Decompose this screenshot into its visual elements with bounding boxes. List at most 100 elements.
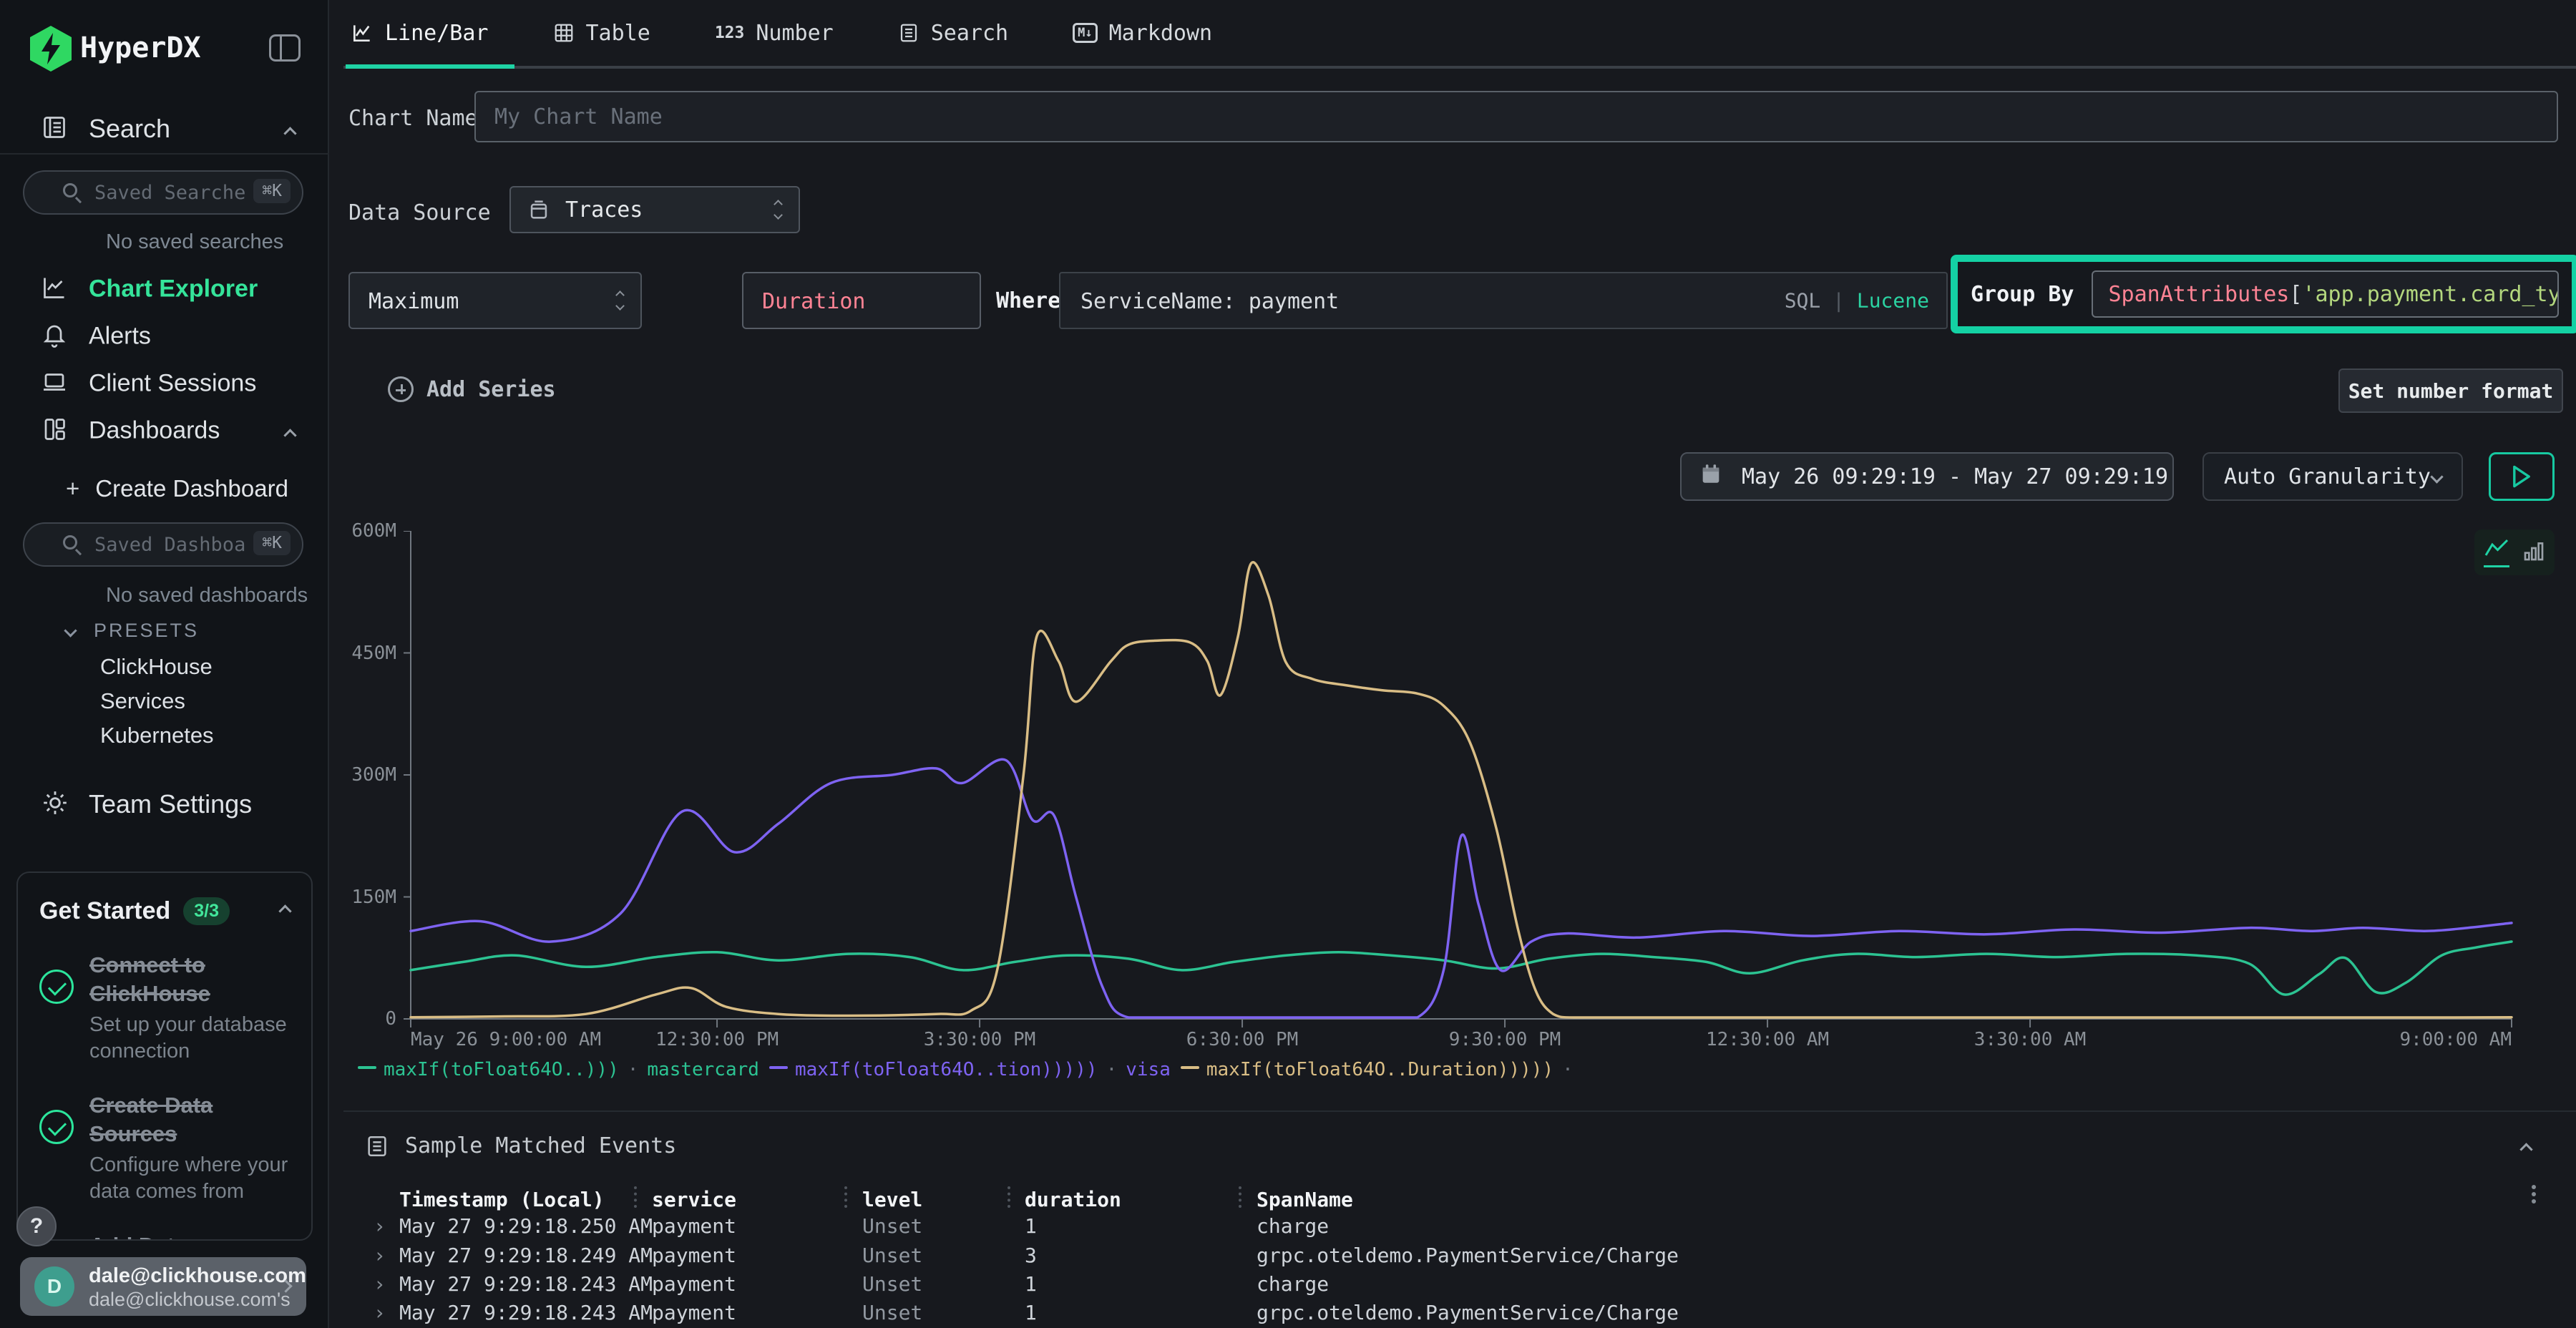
- saved-dashboards-input[interactable]: ⌘K: [23, 522, 303, 567]
- line-chart-icon: [42, 275, 67, 303]
- sidebar-item-client-sessions[interactable]: Client Sessions: [0, 360, 329, 407]
- cell-service[interactable]: payment: [652, 1214, 736, 1238]
- row-expand-icon[interactable]: ›: [374, 1244, 386, 1267]
- collapse-section-icon[interactable]: [2519, 1143, 2532, 1156]
- get-started-item-title: Add Data: [89, 1231, 290, 1241]
- column-header[interactable]: level: [862, 1188, 922, 1211]
- cell-spanname[interactable]: grpc.oteldemo.PaymentService/Charge: [1257, 1244, 1679, 1267]
- preset-services[interactable]: Services: [100, 688, 185, 714]
- tab-markdown[interactable]: M↓ Markdown: [1073, 21, 1212, 46]
- document-icon: [42, 114, 67, 143]
- sidebar-item-team-settings[interactable]: Team Settings: [0, 781, 329, 827]
- lucene-toggle[interactable]: Lucene: [1857, 289, 1929, 313]
- row-expand-icon[interactable]: ›: [374, 1301, 386, 1324]
- cell-duration[interactable]: 1: [1025, 1272, 1037, 1296]
- column-header[interactable]: duration: [1025, 1188, 1121, 1211]
- legend-item[interactable]: maxIf(toFloat64O..Duration)))))·: [1181, 1059, 1582, 1080]
- legend-item[interactable]: maxIf(toFloat64O..tion)))))·visa: [769, 1059, 1171, 1080]
- cell-duration[interactable]: 1: [1025, 1301, 1037, 1324]
- granularity-select[interactable]: Auto Granularity: [2202, 452, 2463, 501]
- number-123-icon: 123: [715, 24, 745, 42]
- sidebar-item-alerts[interactable]: Alerts: [0, 313, 329, 360]
- aggregation-select[interactable]: Maximum: [348, 272, 642, 329]
- column-header[interactable]: SpanName: [1257, 1188, 1353, 1211]
- cell-service[interactable]: payment: [652, 1272, 736, 1296]
- sidebar-item-dashboards[interactable]: Dashboards: [0, 407, 329, 454]
- tab-search[interactable]: Search: [898, 21, 1008, 46]
- date-range-picker[interactable]: May 26 09:29:19 - May 27 09:29:19: [1680, 452, 2174, 501]
- field-inputbox[interactable]: Duration: [742, 272, 981, 329]
- set-number-format-button[interactable]: Set number format: [2338, 368, 2563, 413]
- legend-item[interactable]: maxIf(toFloat64O..)))·mastercard: [358, 1059, 759, 1080]
- tab-table[interactable]: Table: [553, 21, 650, 46]
- group-by-input[interactable]: SpanAttributes['app.payment.card_type']: [2092, 270, 2560, 318]
- table-options-icon[interactable]: [2532, 1185, 2536, 1189]
- sidebar-collapse-icon[interactable]: [269, 34, 301, 62]
- user-menu[interactable]: D dale@clickhouse.com dale@clickhouse.co…: [20, 1257, 306, 1316]
- tab-line-bar[interactable]: Line/Bar: [351, 21, 489, 46]
- chart-svg[interactable]: [404, 531, 2519, 1032]
- field-value: Duration: [762, 289, 866, 314]
- tab-number[interactable]: 123 Number: [715, 21, 834, 46]
- cell-spanname[interactable]: charge: [1257, 1272, 1329, 1296]
- cell-service[interactable]: payment: [652, 1301, 736, 1324]
- cell-duration[interactable]: 3: [1025, 1244, 1037, 1267]
- presets-toggle[interactable]: PRESETS: [66, 620, 199, 642]
- x-axis-label: 12:30:00 AM: [1706, 1029, 1829, 1050]
- cell-timestamp[interactable]: May 27 9:29:18.243 AM: [399, 1272, 653, 1296]
- sidebar-section-search[interactable]: Search: [0, 106, 329, 152]
- sql-toggle[interactable]: SQL: [1785, 289, 1821, 313]
- cell-timestamp[interactable]: May 27 9:29:18.250 AM: [399, 1214, 653, 1238]
- chevron-up-icon[interactable]: [283, 127, 296, 140]
- bar-mode-icon[interactable]: [2522, 540, 2545, 565]
- column-resize-handle[interactable]: [634, 1186, 637, 1208]
- cell-spanname[interactable]: grpc.oteldemo.PaymentService/Charge: [1257, 1301, 1679, 1324]
- get-started-item[interactable]: Add Data Start sending logs, metrics, or…: [39, 1231, 290, 1241]
- cell-level[interactable]: Unset: [862, 1272, 922, 1296]
- saved-searches-field[interactable]: [94, 177, 245, 208]
- sidebar-item-chart-explorer[interactable]: Chart Explorer: [0, 265, 329, 313]
- saved-searches-input[interactable]: ⌘K: [23, 170, 303, 215]
- column-resize-handle[interactable]: [844, 1186, 847, 1208]
- add-series-button[interactable]: Add Series: [388, 376, 556, 402]
- column-resize-handle[interactable]: [1008, 1186, 1010, 1208]
- app-title: HyperDX: [80, 31, 201, 64]
- row-expand-icon[interactable]: ›: [374, 1272, 386, 1296]
- cell-timestamp[interactable]: May 27 9:29:18.243 AM: [399, 1301, 653, 1324]
- legend-series-name: maxIf(toFloat64O..Duration))))): [1206, 1059, 1553, 1080]
- cell-timestamp[interactable]: May 27 9:29:18.249 AM: [399, 1244, 653, 1267]
- where-inputbox[interactable]: ServiceName: payment SQL | Lucene: [1059, 272, 1948, 329]
- cell-service[interactable]: payment: [652, 1244, 736, 1267]
- saved-dashboards-field[interactable]: [94, 529, 245, 560]
- play-icon: [2511, 464, 2532, 489]
- cell-duration[interactable]: 1: [1025, 1214, 1037, 1238]
- cell-spanname[interactable]: charge: [1257, 1214, 1329, 1238]
- cell-level[interactable]: Unset: [862, 1214, 922, 1238]
- column-resize-handle[interactable]: [1239, 1186, 1241, 1208]
- table-icon: [553, 22, 575, 44]
- preset-clickhouse[interactable]: ClickHouse: [100, 654, 213, 680]
- tabbar-underline: [343, 66, 2576, 69]
- database-icon: [527, 197, 551, 225]
- run-query-button[interactable]: [2489, 452, 2555, 501]
- get-started-item-subtitle: Set up your database connection: [89, 1012, 290, 1065]
- list-icon: [898, 22, 919, 44]
- y-axis-label: 0: [385, 1008, 396, 1030]
- chevron-up-icon[interactable]: [278, 904, 291, 917]
- sample-events-header[interactable]: Sample Matched Events: [365, 1133, 676, 1158]
- column-header[interactable]: Timestamp (Local): [399, 1188, 605, 1211]
- cell-level[interactable]: Unset: [862, 1244, 922, 1267]
- column-header[interactable]: service: [652, 1188, 736, 1211]
- get-started-item[interactable]: Create Data Sources Configure where your…: [39, 1091, 290, 1206]
- cell-level[interactable]: Unset: [862, 1301, 922, 1324]
- get-started-item[interactable]: Connect to ClickHouse Set up your databa…: [39, 951, 290, 1065]
- chevron-up-icon[interactable]: [283, 429, 296, 441]
- help-button[interactable]: ?: [16, 1206, 57, 1246]
- row-expand-icon[interactable]: ›: [374, 1214, 386, 1238]
- sidebar-item-label: Client Sessions: [89, 370, 256, 398]
- create-dashboard-button[interactable]: +Create Dashboard: [66, 475, 288, 502]
- preset-kubernetes[interactable]: Kubernetes: [100, 723, 214, 748]
- chevron-down-icon: [2430, 470, 2443, 483]
- chart-name-input[interactable]: [476, 92, 2557, 141]
- data-source-select[interactable]: Traces: [509, 186, 800, 233]
